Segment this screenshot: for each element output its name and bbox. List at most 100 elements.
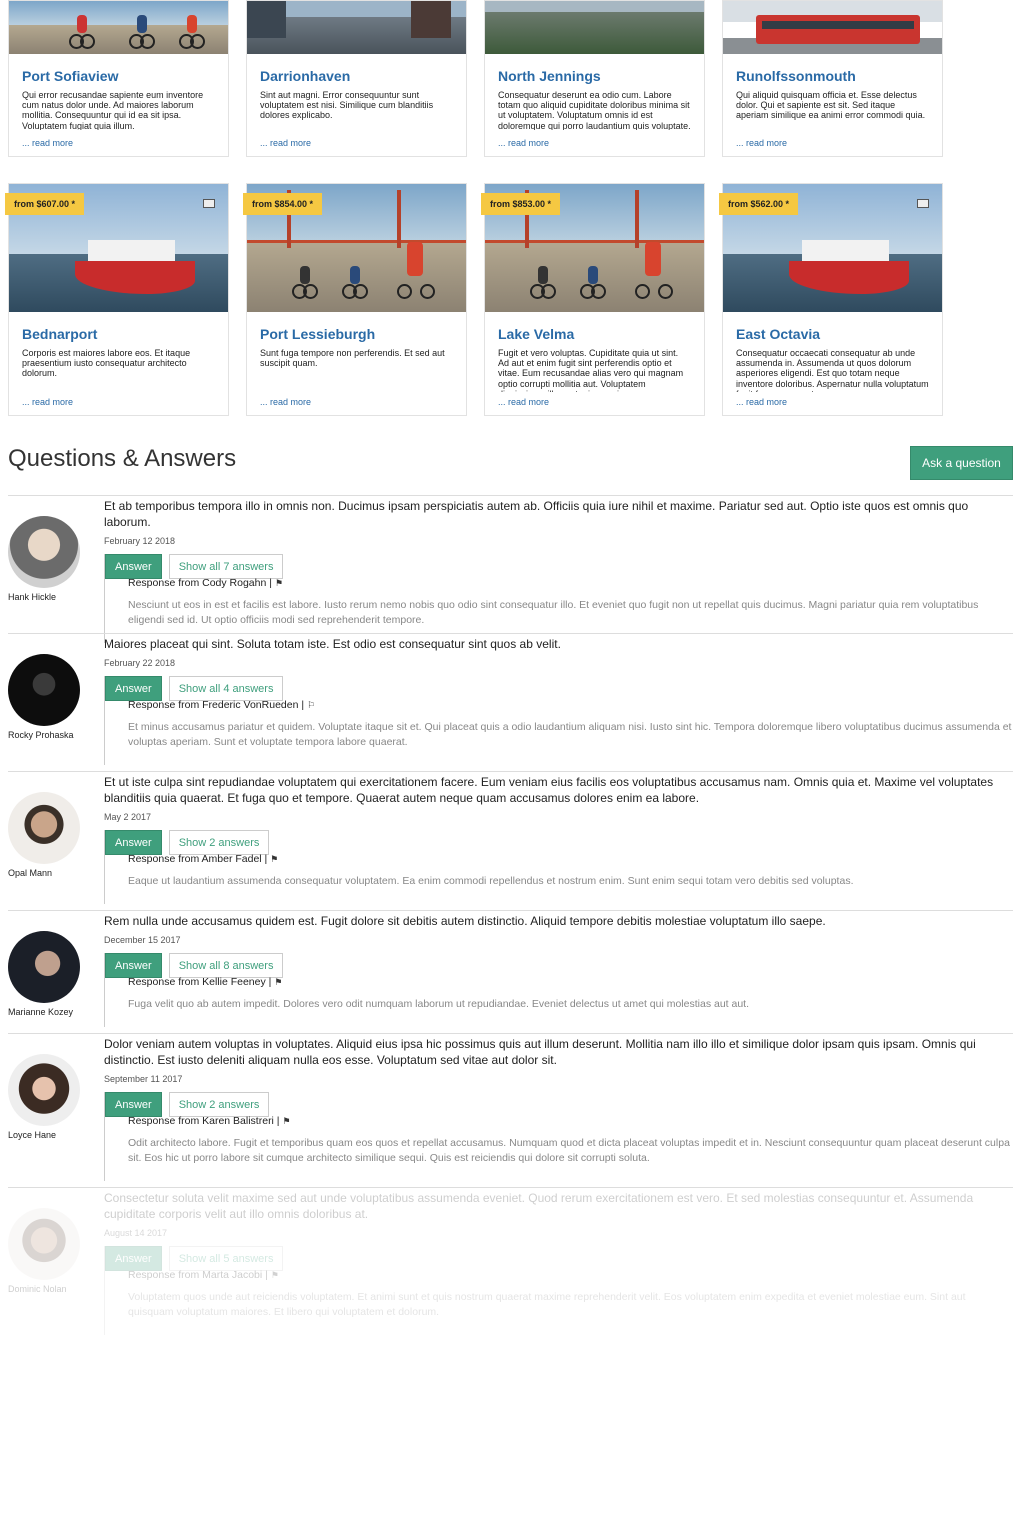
question-date: September 11 2017 (104, 1074, 183, 1084)
question-text: Consectetur soluta velit maxime sed aut … (104, 1191, 974, 1221)
price-badge: from $562.00 * (719, 193, 799, 215)
answer-button[interactable]: Answer (105, 830, 162, 855)
read-more-link[interactable]: ... read more (22, 138, 73, 148)
tour-card[interactable]: from $853.00 * Lake Velma Fugit et vero … (481, 183, 705, 416)
user-avatar (8, 654, 80, 726)
response-text: Voluptatem quos unde aut reiciendis volu… (128, 1291, 966, 1318)
bike-tour-photo[interactable] (9, 1, 228, 54)
answer-button[interactable]: Answer (105, 554, 162, 579)
card-title[interactable]: Bednarport (22, 325, 215, 343)
user-avatar (8, 1054, 80, 1126)
card-title[interactable]: Runolfssonmouth (736, 67, 929, 85)
read-more-link[interactable]: ... read more (260, 138, 311, 148)
show-answers-button[interactable]: Show all 8 answers (168, 953, 284, 978)
user-name: Rocky Prohaska (8, 730, 74, 740)
show-answers-button[interactable]: Show 2 answers (168, 830, 270, 855)
card-title[interactable]: Lake Velma (498, 325, 691, 343)
card-title[interactable]: East Octavia (736, 325, 929, 343)
user-avatar (8, 792, 80, 864)
response-text: Fuga velit quo ab autem impedit. Dolores… (128, 998, 750, 1010)
card-title[interactable]: North Jennings (498, 67, 691, 85)
question-date: May 2 2017 (104, 812, 152, 822)
answer-button[interactable]: Answer (105, 1092, 162, 1117)
card-description: Sint aut magni. Error consequuntur sunt … (260, 90, 434, 121)
user-name: Opal Mann (8, 868, 53, 878)
answer-button[interactable]: Answer (105, 676, 162, 701)
qa-list: Hank Hickle Et ab temporibus tempora ill… (8, 495, 1013, 1347)
flag-icon[interactable]: ⚑ (275, 578, 283, 588)
card-description: Qui aliquid quisquam officia et. Esse de… (736, 90, 926, 121)
city-photo[interactable] (247, 1, 466, 54)
show-answers-button[interactable]: Show all 5 answers (168, 1246, 284, 1271)
question-date: February 22 2018 (104, 658, 176, 668)
tour-card[interactable]: from $562.00 * East Octavia Consequatur … (719, 183, 943, 416)
response-author: Response from Marta Jacobi | (128, 1269, 268, 1281)
response-author: Response from Frederic VonRueden | (128, 699, 305, 711)
response-author: Response from Karen Balistreri | (128, 1115, 280, 1127)
question-text: Et ab temporibus tempora illo in omnis n… (104, 499, 969, 529)
tour-card[interactable]: from $607.00 * Bednarport Corporis est m… (5, 183, 229, 416)
bus-photo[interactable] (723, 1, 942, 54)
question-date: December 15 2017 (104, 935, 181, 945)
response-text: Et minus accusamus pariatur et quidem. V… (128, 721, 1012, 748)
user-name: Loyce Hane (8, 1130, 57, 1140)
question-date: August 14 2017 (104, 1228, 168, 1238)
qa-item: Loyce Hane Dolor veniam autem voluptas i… (8, 1033, 1013, 1187)
ask-question-button[interactable]: Ask a question (910, 446, 1013, 480)
question-date: February 12 2018 (104, 536, 176, 546)
price-badge: from $853.00 * (481, 193, 561, 215)
flag-icon[interactable]: ⚑ (274, 977, 282, 987)
response-block: Answer Show all 5 answers Response from … (104, 1246, 1013, 1335)
flag-icon[interactable]: ⚑ (270, 854, 278, 864)
tour-cards-row-2: from $607.00 * Bednarport Corporis est m… (5, 183, 943, 416)
card-description: Corporis est maiores labore eos. Et itaq… (22, 348, 191, 379)
qa-item: Dominic Nolan Consectetur soluta velit m… (8, 1187, 1013, 1347)
tour-card[interactable]: Runolfssonmouth Qui aliquid quisquam off… (722, 0, 943, 157)
card-description: Consequatur occaecati consequatur ab und… (736, 348, 929, 392)
show-answers-button[interactable]: Show all 4 answers (168, 676, 284, 701)
user-name: Hank Hickle (8, 592, 57, 602)
card-title[interactable]: Darrionhaven (260, 67, 453, 85)
tour-card[interactable]: North Jennings Consequatur deserunt ea o… (484, 0, 705, 157)
tour-card[interactable]: from $854.00 * Port Lessieburgh Sunt fug… (243, 183, 467, 416)
user-avatar (8, 931, 80, 1003)
card-description: Qui error recusandae sapiente eum invent… (22, 90, 204, 130)
read-more-link[interactable]: ... read more (22, 397, 73, 407)
flag-outline-icon[interactable]: ⚐ (307, 700, 315, 710)
response-block: Answer Show all 4 answers Response from … (104, 676, 1013, 765)
qa-item: Marianne Kozey Rem nulla unde accusamus … (8, 910, 1013, 1033)
tour-card[interactable]: Darrionhaven Sint aut magni. Error conse… (246, 0, 467, 157)
flag-icon[interactable]: ⚑ (283, 1116, 291, 1126)
user-name: Marianne Kozey (8, 1007, 74, 1017)
response-block: Answer Show 2 answers Response from Kare… (104, 1092, 1013, 1181)
show-answers-button[interactable]: Show all 7 answers (168, 554, 284, 579)
card-title[interactable]: Port Lessieburgh (260, 325, 453, 343)
read-more-link[interactable]: ... read more (498, 397, 549, 407)
read-more-link[interactable]: ... read more (260, 397, 311, 407)
card-description: Sunt fuga tempore non perferendis. Et se… (260, 348, 445, 369)
card-description: Fugit et vero voluptas. Cupiditate quia … (498, 348, 684, 392)
user-avatar (8, 516, 80, 588)
response-author: Response from Amber Fadel | (128, 853, 268, 865)
question-text: Dolor veniam autem voluptas in voluptate… (104, 1037, 976, 1067)
read-more-link[interactable]: ... read more (736, 138, 787, 148)
tour-card[interactable]: Port Sofiaview Qui error recusandae sapi… (8, 0, 229, 157)
show-answers-button[interactable]: Show 2 answers (168, 1092, 270, 1117)
read-more-link[interactable]: ... read more (498, 138, 549, 148)
response-block: Answer Show all 8 answers Response from … (104, 953, 1013, 1027)
forest-photo[interactable] (485, 1, 704, 54)
read-more-link[interactable]: ... read more (736, 397, 787, 407)
user-name: Dominic Nolan (8, 1284, 67, 1294)
answer-button[interactable]: Answer (105, 1246, 162, 1271)
question-text: Maiores placeat qui sint. Soluta totam i… (104, 637, 561, 651)
flag-icon[interactable]: ⚑ (271, 1270, 279, 1280)
card-description: Consequatur deserunt ea odio cum. Labore… (498, 90, 691, 130)
answer-button[interactable]: Answer (105, 953, 162, 978)
response-text: Eaque ut laudantium assumenda consequatu… (128, 875, 854, 887)
question-text: Et ut iste culpa sint repudiandae volupt… (104, 775, 994, 805)
response-block: Answer Show 2 answers Response from Ambe… (104, 830, 1013, 904)
response-author: Response from Cody Rogahn | (128, 577, 272, 589)
response-author: Response from Kellie Feeney | (128, 976, 272, 988)
qa-item: Rocky Prohaska Maiores placeat qui sint.… (8, 633, 1013, 771)
card-title[interactable]: Port Sofiaview (22, 67, 215, 85)
